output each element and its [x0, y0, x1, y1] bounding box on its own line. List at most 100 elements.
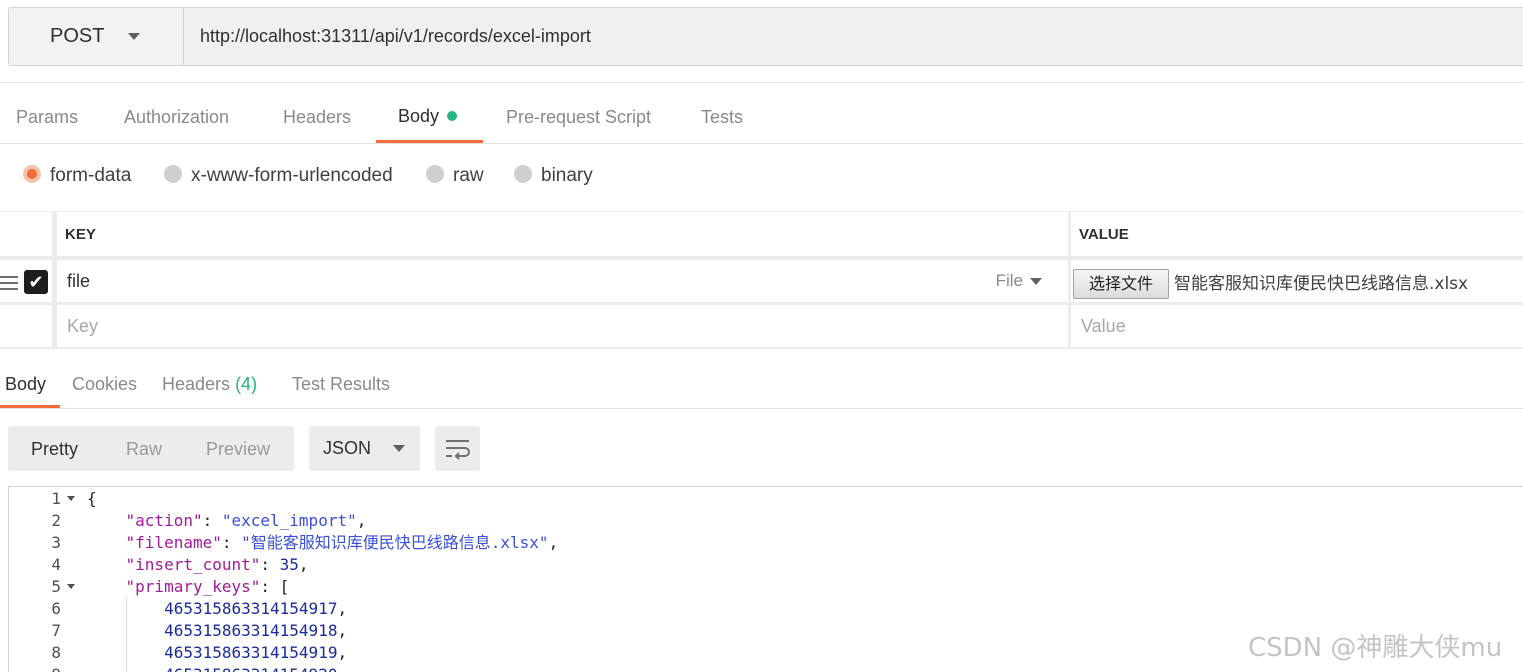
view-pretty-button[interactable]: Pretty [31, 426, 78, 471]
url-input[interactable]: http://localhost:31311/api/v1/records/ex… [184, 8, 1523, 65]
column-header-value: VALUE [1071, 212, 1523, 256]
response-tab-headers[interactable]: Headers (4) [162, 362, 257, 408]
fold-toggle-icon[interactable] [67, 584, 75, 589]
line-number: 9 [9, 664, 61, 672]
radio-icon [514, 165, 532, 183]
json-punct [87, 621, 164, 640]
format-label: JSON [323, 438, 372, 458]
json-number: 465315863314154918 [164, 621, 338, 640]
new-key-input[interactable]: Key [57, 305, 1068, 347]
radio-icon [164, 165, 182, 183]
key-type-label: File [995, 271, 1023, 290]
chevron-down-icon [1030, 277, 1042, 285]
line-number: 8 [51, 643, 61, 662]
radio-raw[interactable]: raw [426, 156, 484, 196]
code-text: 465315863314154917, [87, 598, 347, 620]
json-punct: : [260, 555, 280, 574]
json-punct: : [ [260, 577, 290, 596]
divider [0, 143, 1523, 144]
json-key: "filename" [125, 533, 222, 552]
json-punct: , [356, 511, 367, 530]
radio-label: x-www-form-urlencoded [191, 165, 393, 186]
response-tab-cookies[interactable]: Cookies [72, 362, 137, 408]
code-text: 465315863314154920, [87, 664, 347, 672]
json-punct: { [87, 489, 97, 508]
modified-dot-icon [447, 111, 458, 121]
chevron-down-icon [393, 445, 406, 452]
json-punct [87, 577, 126, 596]
json-punct: : [221, 533, 242, 552]
new-value-input[interactable]: Value [1071, 305, 1523, 347]
json-punct [87, 555, 126, 574]
row-checkbox[interactable]: ✔ [24, 270, 48, 294]
row-controls: ✔ [0, 260, 52, 302]
tab-pre-request-script[interactable]: Pre-request Script [506, 83, 651, 143]
format-select[interactable]: JSON [309, 426, 420, 471]
key-input[interactable]: file File [57, 260, 1068, 302]
column-header-key: KEY [57, 212, 1068, 256]
header-spacer [0, 212, 52, 256]
method-select[interactable]: POST [9, 8, 184, 65]
line-number: 3 [51, 533, 61, 552]
json-punct [87, 511, 126, 530]
radio-label: raw [453, 165, 484, 186]
code-line: 6 465315863314154917, [9, 598, 1509, 620]
json-punct [87, 533, 126, 552]
line-number: 5 [51, 577, 61, 596]
code-text: "primary_keys": [ [87, 576, 290, 598]
response-tab-body[interactable]: Body [0, 362, 60, 408]
wrap-line-button[interactable] [435, 426, 480, 471]
wrap-lines-icon [446, 440, 470, 460]
method-label: POST [50, 25, 105, 47]
radio-icon [426, 165, 444, 183]
key-type-select[interactable]: File [996, 260, 1042, 302]
view-preview-button[interactable]: Preview [206, 426, 270, 471]
json-punct: , [337, 621, 348, 640]
code-line: 4 "insert_count": 35, [9, 554, 1509, 576]
line-number: 1 [51, 489, 61, 508]
json-key: "primary_keys" [125, 577, 261, 596]
json-number: 465315863314154919 [164, 643, 338, 662]
selected-file-name: 智能客服知识库便民快巴线路信息.xlsx [1174, 274, 1469, 294]
radio-x-www-form-urlencoded[interactable]: x-www-form-urlencoded [164, 156, 393, 196]
response-tab-test-results[interactable]: Test Results [292, 362, 390, 408]
tab-authorization[interactable]: Authorization [124, 83, 229, 143]
fold-toggle-icon[interactable] [67, 496, 75, 501]
tab-headers[interactable]: Headers [283, 83, 351, 143]
watermark: CSDN @神雕大侠mu [1248, 633, 1503, 663]
request-tabs: Params Authorization Headers Body Pre-re… [0, 83, 1523, 143]
code-text: "action": "excel_import", [87, 510, 367, 532]
line-number: 7 [51, 621, 61, 640]
code-text: { [87, 488, 97, 510]
json-string: "智能客服知识库便民快巴线路信息.xlsx" [241, 533, 549, 552]
headers-count-badge: (4) [235, 374, 258, 394]
choose-file-button[interactable]: 选择文件 [1073, 269, 1169, 299]
json-punct [87, 599, 164, 618]
row-controls-empty [0, 305, 52, 347]
code-line: 9 465315863314154920, [9, 664, 1509, 672]
json-number: 465315863314154917 [164, 599, 338, 618]
json-punct [87, 643, 164, 662]
radio-label: form-data [50, 165, 132, 186]
json-key: "action" [125, 511, 203, 530]
json-punct: , [298, 555, 309, 574]
json-punct: , [337, 643, 348, 662]
json-punct: , [548, 533, 559, 552]
tab-params[interactable]: Params [16, 83, 78, 143]
view-mode-segment: Pretty Raw Preview [8, 426, 294, 471]
view-raw-button[interactable]: Raw [126, 426, 162, 471]
chevron-down-icon [128, 33, 141, 40]
tab-body[interactable]: Body [376, 83, 483, 143]
json-punct: , [337, 665, 347, 672]
line-number: 6 [51, 599, 61, 618]
request-url-bar: POST http://localhost:31311/api/v1/recor… [8, 7, 1523, 66]
radio-binary[interactable]: binary [514, 156, 593, 196]
code-line: 2 "action": "excel_import", [9, 510, 1509, 532]
code-text: "insert_count": 35, [87, 554, 309, 576]
radio-label: binary [541, 165, 593, 186]
drag-handle-icon[interactable] [0, 276, 18, 294]
body-type-radios: form-data x-www-form-urlencoded raw bina… [0, 156, 1523, 196]
tab-body-label: Body [398, 106, 440, 126]
radio-form-data[interactable]: form-data [23, 156, 131, 196]
tab-tests[interactable]: Tests [701, 83, 743, 143]
